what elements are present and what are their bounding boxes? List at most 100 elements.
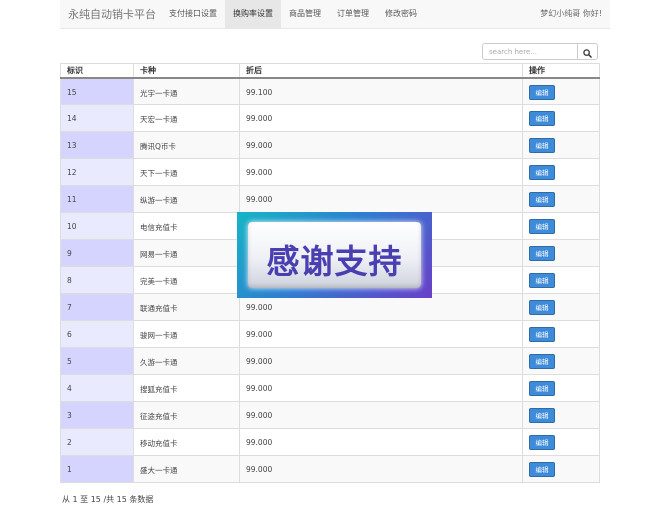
row-card-type-cell: 移动充值卡 xyxy=(133,428,240,456)
row-rate-cell: 99.000 xyxy=(239,104,523,132)
row-id-cell: 6 xyxy=(60,320,134,348)
row-id-cell: 15 xyxy=(60,77,134,105)
table-row: 3 征途充值卡 99.000 编辑 xyxy=(60,401,600,429)
pagination-info: 从 1 至 15 /共 15 条数据 xyxy=(62,495,154,504)
row-actions-cell: 编辑 xyxy=(522,401,600,429)
row-id-cell: 13 xyxy=(60,131,134,159)
edit-button[interactable]: 编辑 xyxy=(529,273,555,288)
row-card-type-cell: 天宏一卡通 xyxy=(133,104,240,132)
row-card-type-cell: 完美一卡通 xyxy=(133,266,240,294)
row-id-cell: 9 xyxy=(60,239,134,267)
row-id-cell: 5 xyxy=(60,347,134,375)
thanks-banner-plate: 感谢支持 xyxy=(248,222,421,288)
table-row: 11 纵游一卡通 99.000 编辑 xyxy=(60,185,600,213)
row-card-type-cell: 电信充值卡 xyxy=(133,212,240,240)
row-id-cell: 1 xyxy=(60,455,134,483)
row-actions-cell: 编辑 xyxy=(522,77,600,105)
row-id-cell: 3 xyxy=(60,401,134,429)
row-rate-cell: 99.000 xyxy=(239,320,523,348)
top-navbar: 永纯自动销卡平台 支付接口设置 换购率设置 商品管理 订单管理 修改密码 梦幻小… xyxy=(60,0,610,29)
row-id-cell: 7 xyxy=(60,293,134,321)
edit-button[interactable]: 编辑 xyxy=(529,246,555,261)
column-header-rate[interactable]: 折后 xyxy=(239,63,523,79)
row-card-type-cell: 征途充值卡 xyxy=(133,401,240,429)
table-row: 15 光宇一卡通 99.100 编辑 xyxy=(60,77,600,105)
row-id-cell: 12 xyxy=(60,158,134,186)
row-actions-cell: 编辑 xyxy=(522,266,600,294)
row-actions-cell: 编辑 xyxy=(522,131,600,159)
edit-button[interactable]: 编辑 xyxy=(529,84,555,100)
table-row: 2 移动充值卡 99.000 编辑 xyxy=(60,428,600,456)
user-greeting[interactable]: 梦幻小纯哥 你好! xyxy=(540,0,602,28)
row-id-cell: 11 xyxy=(60,185,134,213)
table-row: 12 天下一卡通 99.000 编辑 xyxy=(60,158,600,186)
row-rate-cell: 99.000 xyxy=(239,185,523,213)
edit-button[interactable]: 编辑 xyxy=(529,327,555,342)
row-id-cell: 8 xyxy=(60,266,134,294)
row-id-cell: 4 xyxy=(60,374,134,402)
row-rate-cell: 99.000 xyxy=(239,428,523,456)
edit-button[interactable]: 编辑 xyxy=(529,354,555,369)
column-header-actions: 操作 xyxy=(522,63,600,79)
row-card-type-cell: 骏网一卡通 xyxy=(133,320,240,348)
nav-item-payment-settings[interactable]: 支付接口设置 xyxy=(161,0,225,28)
search-button[interactable] xyxy=(577,43,598,60)
column-header-id[interactable]: 标识 xyxy=(60,63,134,79)
table-row: 1 盛大一卡通 99.000 编辑 xyxy=(60,455,600,483)
row-actions-cell: 编辑 xyxy=(522,428,600,456)
edit-button[interactable]: 编辑 xyxy=(529,165,555,180)
row-card-type-cell: 网易一卡通 xyxy=(133,239,240,267)
thanks-banner-text: 感谢支持 xyxy=(266,242,403,281)
row-actions-cell: 编辑 xyxy=(522,185,600,213)
table-row: 13 腾讯Q币卡 99.000 编辑 xyxy=(60,131,600,159)
row-rate-cell: 99.100 xyxy=(239,77,523,105)
nav-item-exchange-rate[interactable]: 换购率设置 xyxy=(225,0,281,28)
row-card-type-cell: 联通充值卡 xyxy=(133,293,240,321)
row-actions-cell: 编辑 xyxy=(522,158,600,186)
row-actions-cell: 编辑 xyxy=(522,293,600,321)
edit-button[interactable]: 编辑 xyxy=(529,381,555,396)
row-actions-cell: 编辑 xyxy=(522,374,600,402)
row-rate-cell: 99.000 xyxy=(239,374,523,402)
edit-button[interactable]: 编辑 xyxy=(529,462,555,477)
search-icon xyxy=(583,48,592,58)
row-id-cell: 10 xyxy=(60,212,134,240)
edit-button[interactable]: 编辑 xyxy=(529,111,555,126)
row-actions-cell: 编辑 xyxy=(522,104,600,132)
row-card-type-cell: 盛大一卡通 xyxy=(133,455,240,483)
row-actions-cell: 编辑 xyxy=(522,212,600,240)
edit-button[interactable]: 编辑 xyxy=(529,408,555,423)
thanks-banner: 感谢支持 xyxy=(237,212,432,298)
row-rate-cell: 99.000 xyxy=(239,455,523,483)
edit-button[interactable]: 编辑 xyxy=(529,219,555,234)
row-rate-cell: 99.000 xyxy=(239,158,523,186)
row-actions-cell: 编辑 xyxy=(522,239,600,267)
edit-button[interactable]: 编辑 xyxy=(529,192,555,207)
nav-item-orders[interactable]: 订单管理 xyxy=(329,0,377,28)
nav-item-change-password[interactable]: 修改密码 xyxy=(377,0,425,28)
nav-item-products[interactable]: 商品管理 xyxy=(281,0,329,28)
row-rate-cell: 99.000 xyxy=(239,347,523,375)
table-row: 6 骏网一卡通 99.000 编辑 xyxy=(60,320,600,348)
table-header-row: 标识 卡种 折后 操作 xyxy=(60,63,600,79)
row-card-type-cell: 久游一卡通 xyxy=(133,347,240,375)
brand-title[interactable]: 永纯自动销卡平台 xyxy=(68,6,156,22)
column-header-card-type[interactable]: 卡种 xyxy=(133,63,240,79)
row-card-type-cell: 腾讯Q币卡 xyxy=(133,131,240,159)
edit-button[interactable]: 编辑 xyxy=(529,138,555,153)
row-id-cell: 2 xyxy=(60,428,134,456)
edit-button[interactable]: 编辑 xyxy=(529,300,555,315)
row-card-type-cell: 天下一卡通 xyxy=(133,158,240,186)
row-actions-cell: 编辑 xyxy=(522,347,600,375)
row-rate-cell: 99.000 xyxy=(239,401,523,429)
edit-button[interactable]: 编辑 xyxy=(529,435,555,450)
table-row: 4 搜狐充值卡 99.000 编辑 xyxy=(60,374,600,402)
row-id-cell: 14 xyxy=(60,104,134,132)
row-card-type-cell: 纵游一卡通 xyxy=(133,185,240,213)
row-actions-cell: 编辑 xyxy=(522,455,600,483)
table-row: 5 久游一卡通 99.000 编辑 xyxy=(60,347,600,375)
row-card-type-cell: 光宇一卡通 xyxy=(133,77,240,105)
search-input[interactable] xyxy=(482,43,578,60)
table-row: 14 天宏一卡通 99.000 编辑 xyxy=(60,104,600,132)
row-card-type-cell: 搜狐充值卡 xyxy=(133,374,240,402)
